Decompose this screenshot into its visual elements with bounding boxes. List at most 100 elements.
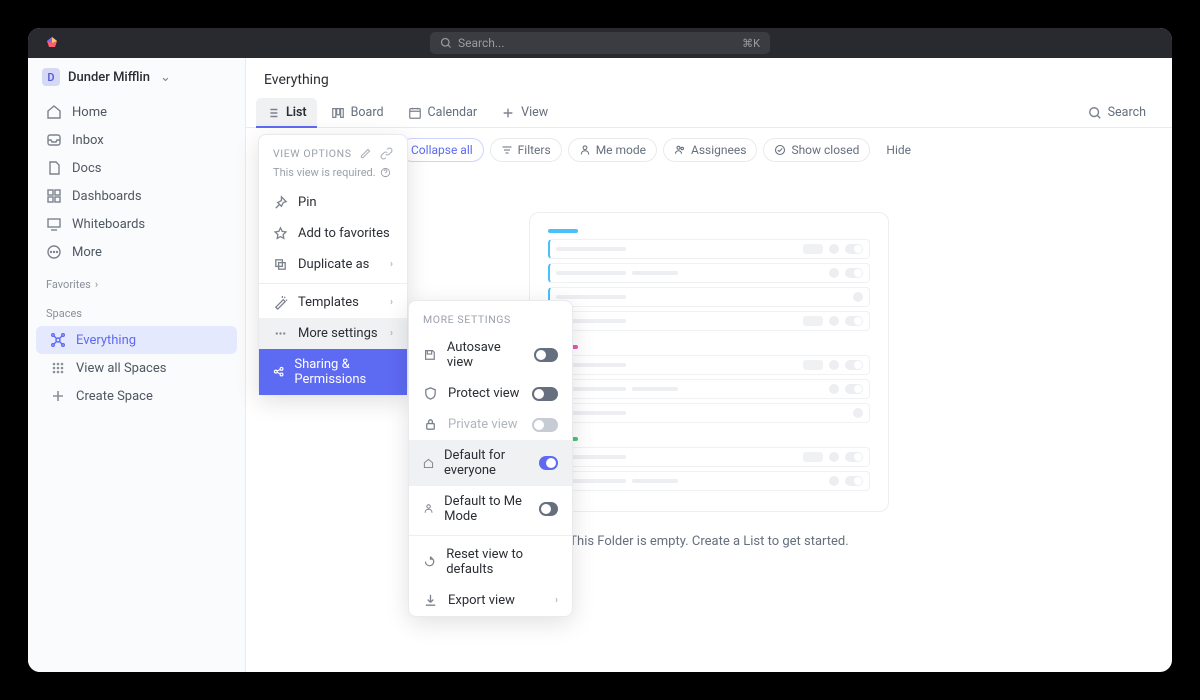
chevron-right-icon: › xyxy=(555,595,558,606)
empty-illustration xyxy=(529,212,889,512)
person-icon xyxy=(423,502,434,517)
inbox-icon xyxy=(46,132,62,148)
wand-icon xyxy=(273,295,288,310)
reset-view-option[interactable]: Reset view to defaults xyxy=(409,539,572,585)
nav-docs[interactable]: Docs xyxy=(36,154,237,182)
tab-search[interactable]: Search xyxy=(1078,98,1156,127)
dots-icon xyxy=(273,326,288,341)
tab-calendar[interactable]: Calendar xyxy=(398,98,488,127)
add-favorites-option[interactable]: Add to favorites xyxy=(259,218,407,249)
assignees-button[interactable]: Assignees xyxy=(663,138,757,162)
chevron-down-icon: ⌄ xyxy=(160,70,171,85)
me-mode-button[interactable]: Me mode xyxy=(568,138,657,162)
download-icon xyxy=(423,593,438,608)
search-placeholder: Search... xyxy=(458,36,504,50)
search-icon xyxy=(440,37,452,49)
help-icon xyxy=(380,167,391,178)
check-circle-icon xyxy=(774,144,786,156)
view-tabs: List Board Calendar View Search xyxy=(246,98,1172,128)
filter-icon xyxy=(501,144,513,156)
tab-list[interactable]: List xyxy=(256,98,317,127)
star-icon xyxy=(273,226,288,241)
nav-more[interactable]: More xyxy=(36,238,237,266)
grid-icon xyxy=(50,360,66,376)
protect-view-option[interactable]: Protect view xyxy=(409,378,572,409)
reset-icon xyxy=(423,555,436,570)
calendar-icon xyxy=(408,106,422,120)
home-icon xyxy=(423,456,434,471)
hide-button[interactable]: Hide xyxy=(876,139,921,161)
duplicate-icon xyxy=(273,257,288,272)
plus-icon xyxy=(501,106,515,120)
save-icon xyxy=(423,348,437,363)
export-view-option[interactable]: Export view› xyxy=(409,585,572,616)
chevron-right-icon: › xyxy=(95,278,98,291)
nav-dashboards[interactable]: Dashboards xyxy=(36,182,237,210)
default-me-mode-option[interactable]: Default to Me Mode xyxy=(409,486,572,532)
nav-inbox[interactable]: Inbox xyxy=(36,126,237,154)
tab-board[interactable]: Board xyxy=(321,98,394,127)
chevron-right-icon: › xyxy=(390,328,393,339)
sidebar: D Dunder Mifflin ⌄ Home Inbox Docs Dashb… xyxy=(28,58,246,672)
private-toggle xyxy=(532,418,558,432)
more-icon xyxy=(46,244,62,260)
whiteboard-icon xyxy=(46,216,62,232)
workspace-switcher[interactable]: D Dunder Mifflin ⌄ xyxy=(28,58,245,96)
nav-whiteboards[interactable]: Whiteboards xyxy=(36,210,237,238)
global-search[interactable]: Search... ⌘K xyxy=(430,32,770,54)
templates-option[interactable]: Templates› xyxy=(259,287,407,318)
workspace-badge: D xyxy=(42,68,60,86)
view-options-title: VIEW OPTIONS xyxy=(259,135,407,166)
collapse-all-button[interactable]: Collapse all xyxy=(400,138,484,162)
sidebar-item-create-space[interactable]: Create Space xyxy=(36,382,237,410)
default-everyone-option[interactable]: Default for everyone xyxy=(409,440,572,486)
pin-icon xyxy=(273,195,288,210)
dashboard-icon xyxy=(46,188,62,204)
filters-button[interactable]: Filters xyxy=(490,138,562,162)
sharing-permissions-option[interactable]: Sharing & Permissions xyxy=(259,349,407,395)
shield-icon xyxy=(423,386,438,401)
more-settings-popover: MORE SETTINGS Autosave view Protect view… xyxy=(408,300,573,617)
board-icon xyxy=(331,106,345,120)
more-settings-option[interactable]: More settings› xyxy=(259,318,407,349)
view-required-note: This view is required. xyxy=(259,166,407,187)
lock-icon xyxy=(423,417,438,432)
chevron-right-icon: › xyxy=(390,297,393,308)
network-icon xyxy=(50,332,66,348)
favorites-section[interactable]: Favorites› xyxy=(28,268,245,297)
link-icon[interactable] xyxy=(380,147,393,160)
workspace-name: Dunder Mifflin xyxy=(68,70,150,85)
people-icon xyxy=(674,144,686,156)
default-me-toggle[interactable] xyxy=(539,502,558,516)
sidebar-item-view-all-spaces[interactable]: View all Spaces xyxy=(36,354,237,382)
empty-text: This Folder is empty. Create a List to g… xyxy=(529,534,889,549)
duplicate-option[interactable]: Duplicate as› xyxy=(259,249,407,280)
default-everyone-toggle[interactable] xyxy=(539,456,558,470)
topbar: Search... ⌘K xyxy=(28,28,1172,58)
private-view-option: Private view xyxy=(409,409,572,440)
autosave-view-option[interactable]: Autosave view xyxy=(409,332,572,378)
tab-add-view[interactable]: View xyxy=(491,98,558,127)
show-closed-button[interactable]: Show closed xyxy=(763,138,870,162)
search-icon xyxy=(1088,106,1102,120)
breadcrumb: Everything xyxy=(246,58,1172,98)
app-logo xyxy=(44,35,60,51)
share-icon xyxy=(273,365,284,380)
empty-state: This Folder is empty. Create a List to g… xyxy=(529,212,889,549)
list-icon xyxy=(266,106,280,120)
pencil-icon[interactable] xyxy=(359,147,372,160)
protect-toggle[interactable] xyxy=(532,387,558,401)
docs-icon xyxy=(46,160,62,176)
home-icon xyxy=(46,104,62,120)
nav-home[interactable]: Home xyxy=(36,98,237,126)
spaces-section: Spaces xyxy=(28,297,245,326)
sidebar-item-everything[interactable]: Everything xyxy=(36,326,237,354)
view-options-popover: VIEW OPTIONS This view is required. Pin … xyxy=(258,134,408,396)
autosave-toggle[interactable] xyxy=(534,348,558,362)
pin-option[interactable]: Pin xyxy=(259,187,407,218)
plus-icon xyxy=(50,388,66,404)
person-icon xyxy=(579,144,591,156)
app-window: Search... ⌘K D Dunder Mifflin ⌄ Home Inb… xyxy=(28,28,1172,672)
search-shortcut: ⌘K xyxy=(742,37,760,50)
more-settings-title: MORE SETTINGS xyxy=(409,301,572,332)
